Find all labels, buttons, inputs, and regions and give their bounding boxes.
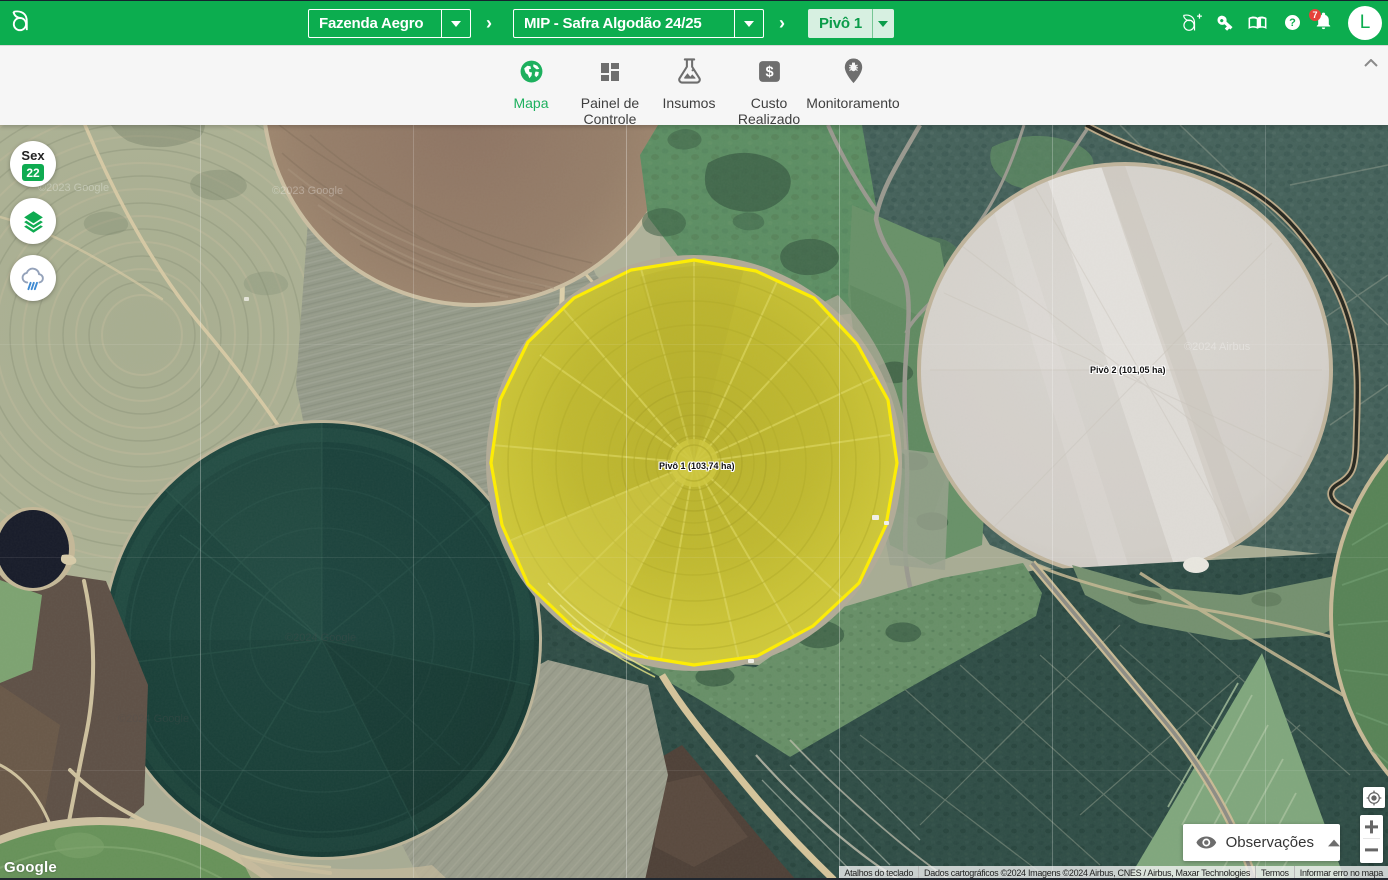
svg-text:$: $ [765, 65, 773, 81]
